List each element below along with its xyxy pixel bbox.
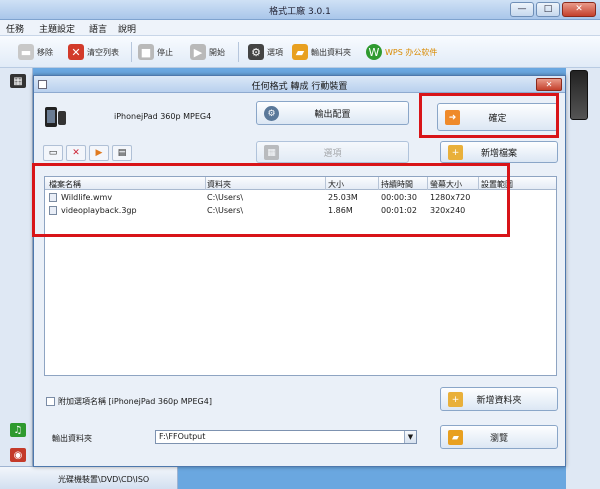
append-option-checkbox-row[interactable]: 附加選項名稱 [iPhonejPad 360p MPEG4]: [46, 396, 212, 407]
output-folder-icon: ▰: [292, 44, 308, 60]
left-panel: ▦ ♫ ◉: [0, 68, 33, 489]
toolbar: ▬ 移除 ✕ 清空列表 ■ 停止 ▶ 開始 ⚙ 選項 ▰ 輸出資料夾 W WPS…: [0, 36, 600, 68]
profile-name: iPhonejPad 360p MPEG4: [114, 112, 212, 121]
menu-help[interactable]: 說明: [118, 22, 136, 35]
stop-icon: ■: [138, 44, 154, 60]
right-panel: [566, 68, 600, 489]
output-folder-label: 輸出資料夾: [311, 47, 351, 57]
options-dialog-button[interactable]: ▦ 選項: [256, 141, 409, 163]
menu-language[interactable]: 語言: [89, 22, 107, 35]
dialog-titlebar: 任何格式 轉成 行動裝置 ✕: [34, 76, 565, 93]
main-titlebar: 格式工廠 3.0.1 — □ ✕: [0, 0, 600, 20]
dialog-title: 任何格式 轉成 行動裝置: [251, 82, 348, 92]
dialog-close-button[interactable]: ✕: [536, 78, 562, 91]
annotation-box-file-list: [32, 163, 510, 237]
clear-list-button[interactable]: ✕ 清空列表: [68, 41, 119, 63]
output-folder-button[interactable]: ▰ 輸出資料夾: [292, 41, 351, 63]
maximize-button[interactable]: □: [536, 2, 560, 17]
file-actions: ▭ ✕ ▶ ▤: [43, 145, 132, 161]
start-button[interactable]: ▶ 開始: [190, 41, 225, 63]
info-file-icon[interactable]: ▤: [112, 145, 132, 161]
video-category-icon[interactable]: ▦: [10, 74, 26, 88]
add-file-button[interactable]: + 新增檔案: [440, 141, 558, 163]
clear-list-icon: ✕: [68, 44, 84, 60]
chevron-down-icon[interactable]: ▼: [404, 431, 416, 443]
remove-button[interactable]: ▬ 移除: [18, 41, 53, 63]
options-button[interactable]: ⚙ 選項: [248, 41, 283, 63]
menu-task[interactable]: 任務: [6, 22, 24, 35]
remove-icon: ▬: [18, 44, 34, 60]
output-settings-button[interactable]: ⚙ 輸出配置: [256, 101, 409, 125]
close-button[interactable]: ✕: [562, 2, 596, 17]
add-folder-button[interactable]: + 新增資料夾: [440, 387, 558, 411]
browse-label: 瀏覽: [489, 433, 508, 444]
disc-device-tab[interactable]: 光碟機裝置\DVD\CD\ISO: [0, 466, 178, 489]
menubar: 任務 主題設定 語言 說明: [0, 20, 600, 36]
remove-label: 移除: [37, 47, 53, 57]
iphone-ipad-icon: [45, 107, 66, 127]
wps-icon: W: [366, 44, 382, 60]
menu-theme[interactable]: 主題設定: [39, 22, 75, 35]
append-option-label: 附加選項名稱 [iPhonejPad 360p MPEG4]: [58, 397, 212, 406]
start-label: 開始: [209, 47, 225, 57]
browse-button[interactable]: ▰ 瀏覽: [440, 425, 558, 449]
stop-label: 停止: [157, 47, 173, 57]
minimize-button[interactable]: —: [510, 2, 534, 17]
start-icon: ▶: [190, 44, 206, 60]
phone-image: [570, 70, 588, 120]
disc-device-tab-label: 光碟機裝置\DVD\CD\ISO: [58, 475, 150, 484]
stop-button[interactable]: ■ 停止: [138, 41, 173, 63]
clear-list-label: 清空列表: [87, 47, 119, 57]
audio-category-icon[interactable]: ♫: [10, 423, 26, 437]
options-dialog-label: 選項: [323, 148, 342, 159]
delete-file-icon[interactable]: ✕: [66, 145, 86, 161]
options-icon: ⚙: [248, 44, 264, 60]
append-option-checkbox[interactable]: [46, 397, 55, 406]
play-file-icon[interactable]: ▶: [89, 145, 109, 161]
annotation-box-ok: [419, 93, 559, 138]
options-label: 選項: [267, 47, 283, 57]
output-folder-select[interactable]: F:\FFOutput ▼: [155, 430, 417, 444]
output-folder-label: 輸出資料夾: [52, 434, 92, 443]
wps-label: WPS 办公软件: [385, 47, 438, 57]
wps-button[interactable]: W WPS 办公软件: [366, 41, 437, 63]
output-folder-value: F:\FFOutput: [159, 432, 206, 441]
add-folder-label: 新增資料夾: [476, 395, 522, 406]
add-file-label: 新增檔案: [480, 148, 517, 159]
dvd-category-icon[interactable]: ◉: [10, 448, 26, 462]
remove-file-icon[interactable]: ▭: [43, 145, 63, 161]
output-settings-label: 輸出配置: [314, 109, 351, 120]
